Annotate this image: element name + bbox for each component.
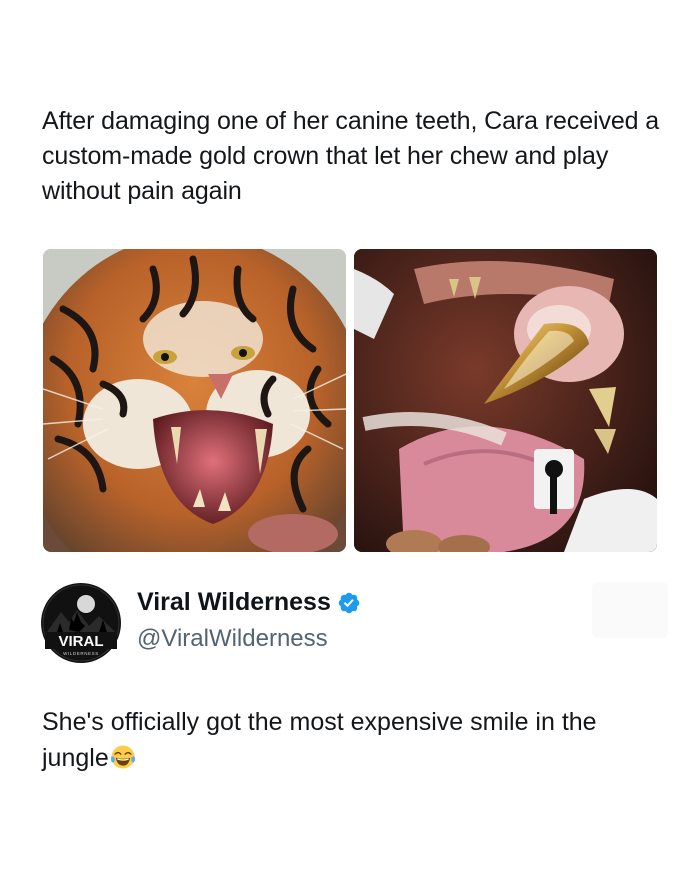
gold-crown-tooth-photo[interactable] (354, 249, 657, 552)
photo-grid (43, 249, 657, 552)
avatar-sublabel: WILDERNESS (63, 651, 99, 656)
verified-badge-icon (338, 592, 360, 613)
faint-overlay (592, 582, 668, 638)
user-handle[interactable]: @ViralWilderness (137, 625, 328, 653)
snarling-tiger-photo[interactable] (43, 249, 346, 552)
tweet-text: She's officially got the most expensive … (42, 704, 662, 776)
face-with-tears-of-joy-icon (110, 745, 135, 769)
avatar[interactable]: VIRAL WILDERNESS (39, 582, 123, 664)
post-headline: After damaging one of her canine teeth, … (42, 107, 660, 205)
display-name[interactable]: Viral Wilderness (137, 588, 331, 617)
avatar-label: VIRAL (59, 633, 104, 650)
author-name-row: Viral Wilderness (137, 588, 361, 617)
